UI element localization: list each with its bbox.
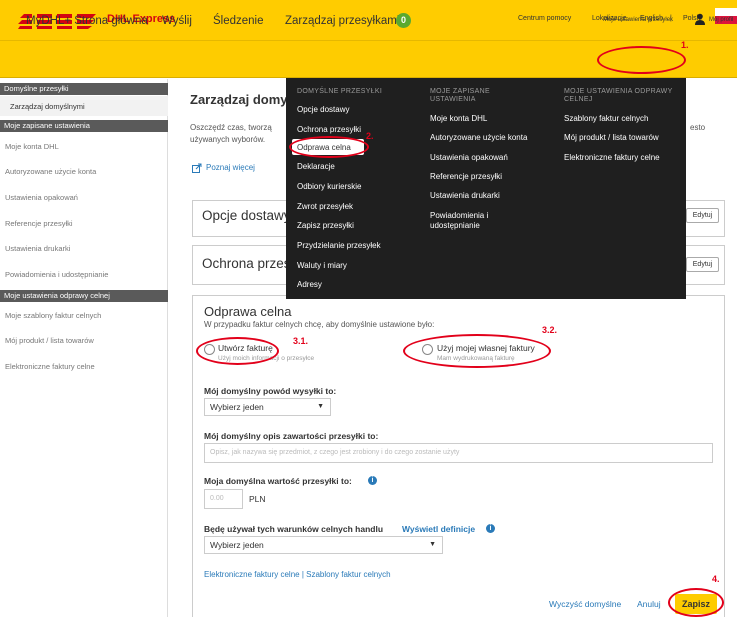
nav-manage-shipments[interactable]: Zarządzaj przesyłkami (285, 15, 399, 27)
mega-item-delivery-options[interactable]: Opcje dostawy (297, 105, 349, 115)
trade-terms-label: Będę używał tych warunków celnych handlu (204, 524, 384, 534)
customs-title: Odprawa celna (204, 304, 292, 319)
caret-down-icon: ▼ (317, 403, 324, 410)
mega-item-protection[interactable]: Ochrona przesyłki (297, 125, 361, 135)
trade-terms-select-value: Wybierz jeden (210, 540, 264, 550)
cancel-link[interactable]: Anuluj (637, 599, 661, 609)
mega-item-notifications[interactable]: Powiadomienia i udostępnianie (430, 211, 530, 231)
trade-terms-select[interactable]: Wybierz jeden ▼ (204, 536, 443, 554)
info-icon[interactable]: i (368, 476, 377, 485)
mega-col2-heading: MOJE ZAPISANE USTAWIENIA (430, 88, 490, 103)
sidebar-section-saved-settings: Moje zapisane ustawienia (0, 120, 168, 132)
sidebar-item-dhl-accounts[interactable]: Moje konta DHL (5, 142, 59, 151)
shipments-count-badge: 0 (396, 13, 411, 28)
page-title: Zarządzaj domyś (190, 92, 295, 107)
nav-shipment-settings[interactable]: Moje ustawienia przesyłek (603, 17, 673, 23)
mega-item-save-shipments[interactable]: Zapisz przesyłki (297, 221, 354, 231)
learn-more-link[interactable]: Poznaj więcej (206, 163, 255, 172)
sidebar-item-printer[interactable]: Ustawienia drukarki (5, 244, 70, 253)
annotation-ellipse-3-2 (403, 334, 551, 368)
sidebar-item-packaging[interactable]: Ustawienia opakowań (5, 193, 78, 202)
user-icon[interactable] (694, 13, 706, 25)
mega-item-printer[interactable]: Ustawienia drukarki (430, 191, 500, 201)
annotation-ellipse-4 (668, 588, 724, 617)
mega-item-authorized-use[interactable]: Autoryzowane użycie konta (430, 133, 527, 143)
sidebar-item-invoice-templates[interactable]: Moje szablony faktur celnych (5, 311, 101, 320)
sidebar (0, 79, 168, 617)
mega-item-currencies[interactable]: Waluty i miary (297, 261, 347, 271)
view-definitions-link[interactable]: Wyświetl definicje (402, 524, 475, 534)
mega-item-packaging[interactable]: Ustawienia opakowań (430, 153, 508, 163)
customs-subtitle: W przypadku faktur celnych chcę, aby dom… (204, 320, 435, 329)
help-link[interactable]: Centrum pomocy (518, 15, 571, 22)
annotation-ellipse-2 (289, 136, 369, 158)
mega-item-pickups[interactable]: Odbiory kurierskie (297, 182, 361, 192)
mega-item-product-list[interactable]: Mój produkt / lista towarów (564, 133, 659, 143)
mega-item-returns[interactable]: Zwrot przesyłek (297, 202, 353, 212)
annotation-label-2: 2. (366, 131, 374, 141)
sidebar-section-default-shipments: Domyślne przesyłki (0, 83, 168, 95)
nav-home[interactable]: MyDHL+ Strona główna (26, 15, 148, 27)
delivery-options-edit-button[interactable]: Edytuj (686, 208, 719, 223)
annotation-ellipse-3-1 (196, 337, 279, 365)
annotation-label-4: 4. (712, 574, 720, 584)
mega-item-e-invoices[interactable]: Elektroniczne faktury celne (564, 153, 660, 163)
content-description-input[interactable]: Opisz, jak nazywa się przedmiot, z czego… (204, 443, 713, 463)
mega-col1-heading: DOMYŚLNE PRZESYŁKI (297, 88, 383, 95)
mega-item-dhl-accounts[interactable]: Moje konta DHL (430, 114, 487, 124)
external-link-icon (192, 163, 202, 173)
sidebar-item-notifications[interactable]: Powiadomienia i udostępnianie (5, 270, 108, 279)
sidebar-item-product-list[interactable]: Mój produkt / lista towarów (5, 336, 94, 345)
delivery-options-title: Opcje dostawy (202, 208, 291, 223)
nav-ship[interactable]: Wyślij (162, 15, 192, 27)
mega-col3-heading: MOJE USTAWIENIA ODPRAWY CELNEJ (564, 88, 673, 103)
reason-label: Mój domyślny powód wysyłki to: (204, 386, 337, 396)
mega-item-declarations[interactable]: Deklaracje (297, 162, 335, 172)
clear-defaults-link[interactable]: Wyczyść domyślne (549, 599, 621, 609)
sidebar-section-customs: Moje ustawienia odprawy celnej (0, 290, 168, 302)
currency-label: PLN (249, 494, 266, 504)
page-description-end: esto (690, 123, 706, 132)
mega-item-assign-shipments[interactable]: Przydzielanie przesyłek (297, 241, 381, 251)
value-input[interactable]: 0.00 (204, 489, 243, 509)
sidebar-item-e-invoices[interactable]: Elektroniczne faktury celne (5, 362, 95, 371)
mega-item-addresses[interactable]: Adresy (297, 280, 322, 290)
mega-item-references[interactable]: Referencje przesyłki (430, 172, 502, 182)
annotation-label-1: 1. (681, 40, 689, 50)
page-description-line2: używanych wyborów. (190, 135, 266, 144)
protection-title: Ochrona przes (202, 256, 291, 271)
protection-edit-button[interactable]: Edytuj (686, 257, 719, 272)
reason-select-value: Wybierz jeden (210, 402, 264, 412)
annotation-ellipse-1 (597, 46, 686, 74)
reason-select[interactable]: Wybierz jeden ▼ (204, 398, 331, 416)
nav-my-profile[interactable]: Mój profil (709, 17, 733, 23)
sidebar-item-manage-defaults[interactable]: Zarządzaj domyślnymi (10, 102, 85, 111)
customs-links[interactable]: Elektroniczne faktury celne | Szablony f… (204, 570, 391, 579)
sidebar-item-authorized-use[interactable]: Autoryzowane użycie konta (5, 167, 96, 176)
content-description-label: Mój domyślny opis zawartości przesyłki t… (204, 431, 379, 441)
sidebar-item-references[interactable]: Referencje przesyłki (5, 219, 73, 228)
caret-down-icon: ▼ (429, 541, 436, 548)
value-label: Moja domyślna wartość przesyłki to: (204, 476, 352, 486)
nav-tracking[interactable]: Śledzenie (213, 15, 264, 27)
annotation-label-3-2: 3.2. (542, 325, 558, 335)
mega-item-invoice-templates[interactable]: Szablony faktur celnych (564, 114, 649, 124)
info-icon[interactable]: i (486, 524, 495, 533)
annotation-label-3-1: 3.1. (293, 336, 309, 346)
page-description: Oszczędź czas, tworzą (190, 123, 272, 132)
